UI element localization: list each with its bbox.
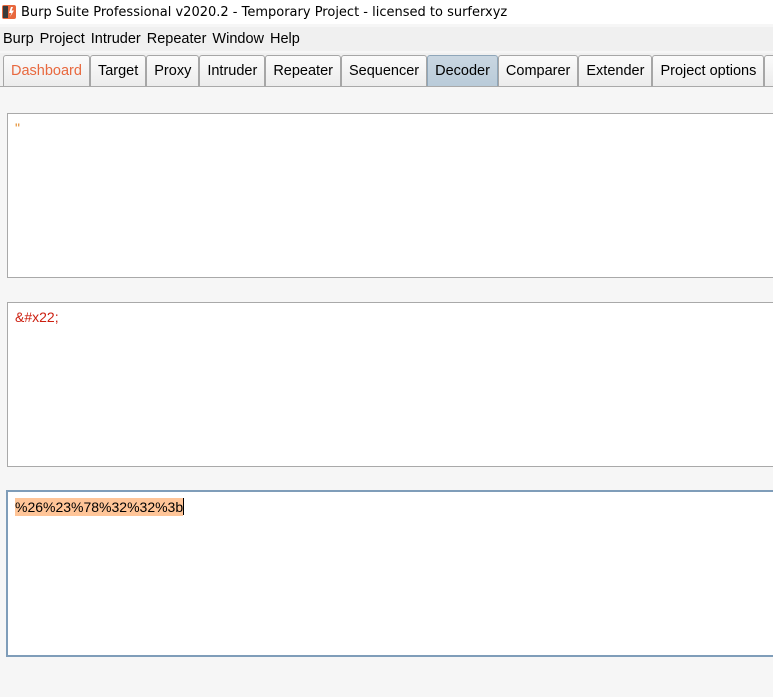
menu-project[interactable]: Project (37, 31, 88, 47)
tab-user-options[interactable]: U (764, 55, 773, 86)
text-caret (183, 498, 185, 515)
menu-help[interactable]: Help (267, 31, 303, 47)
tab-dashboard[interactable]: Dashboard (3, 55, 90, 86)
decoder-panel-1-text: " (15, 120, 20, 136)
tab-repeater[interactable]: Repeater (265, 55, 341, 86)
tab-intruder[interactable]: Intruder (199, 55, 266, 86)
menu-intruder[interactable]: Intruder (88, 31, 144, 47)
decoder-content: " &#x22; %26%23%78%32%32%3b (0, 88, 773, 697)
menu-window[interactable]: Window (209, 31, 267, 47)
decoder-panel-1[interactable]: " (7, 113, 773, 278)
decoder-panel-3[interactable]: %26%23%78%32%32%3b (6, 490, 773, 657)
menu-bar: Burp Project Intruder Repeater Window He… (0, 27, 773, 51)
tab-target[interactable]: Target (89, 55, 147, 86)
window-title: Burp Suite Professional v2020.2 - Tempor… (21, 4, 508, 20)
tab-extender[interactable]: Extender (578, 55, 653, 86)
tab-project-options[interactable]: Project options (652, 55, 765, 86)
menu-burp[interactable]: Burp (0, 31, 37, 47)
main-tab-bar: Dashboard Target Proxy Intruder Repeater… (0, 53, 773, 87)
tab-comparer[interactable]: Comparer (497, 55, 579, 86)
tab-sequencer[interactable]: Sequencer (340, 55, 428, 86)
decoder-panel-3-text: %26%23%78%32%32%3b (15, 498, 184, 516)
title-bar: Burp Suite Professional v2020.2 - Tempor… (0, 0, 773, 24)
burp-logo-icon (2, 5, 16, 19)
decoder-panel-2[interactable]: &#x22; (7, 302, 773, 467)
menu-repeater[interactable]: Repeater (144, 31, 210, 47)
decoder-panel-3-line: %26%23%78%32%32%3b (15, 498, 185, 516)
tab-decoder[interactable]: Decoder (427, 55, 498, 86)
tab-proxy[interactable]: Proxy (146, 55, 200, 86)
decoder-panel-2-text: &#x22; (15, 309, 59, 325)
